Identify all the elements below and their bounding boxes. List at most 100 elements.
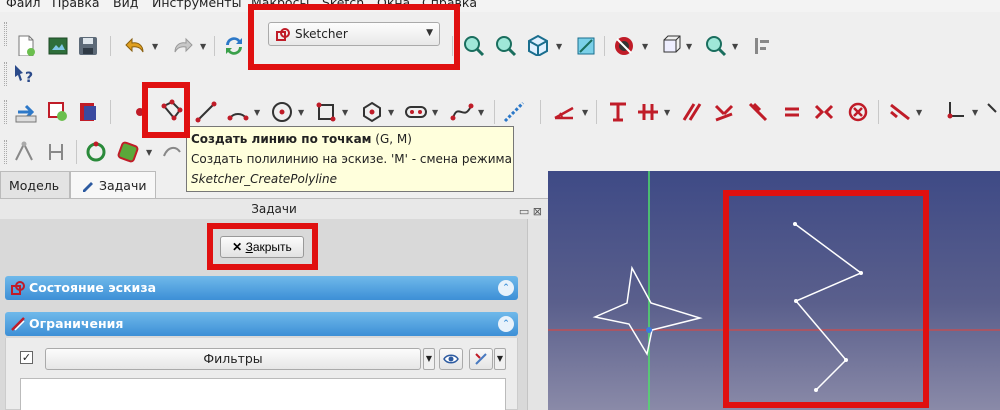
new-document-icon[interactable]: [14, 34, 38, 58]
toolbar-grip[interactable]: [4, 140, 7, 164]
chevron-up-icon[interactable]: ⌃: [498, 280, 514, 296]
menu-windows[interactable]: Окна: [377, 0, 410, 10]
connect-edges-icon[interactable]: [116, 140, 140, 164]
filter-combo[interactable]: Фильтры: [45, 348, 421, 370]
draw-style-icon[interactable]: [612, 34, 636, 58]
close-button-mnemonic: З: [245, 240, 253, 254]
constrain-block-icon[interactable]: [846, 100, 870, 124]
view-sketch-icon[interactable]: [46, 100, 70, 124]
polygon-dropdown-icon[interactable]: ▼: [388, 108, 394, 117]
constrain-vertical-distance-icon[interactable]: [606, 100, 630, 124]
arc-dropdown-icon[interactable]: ▼: [254, 108, 260, 117]
draw-style-dropdown-icon[interactable]: ▼: [642, 42, 648, 51]
create-polyline-icon[interactable]: [160, 98, 184, 122]
visibility-button[interactable]: [439, 348, 463, 370]
horizontal-dropdown-icon[interactable]: ▼: [664, 108, 670, 117]
slot-dropdown-icon[interactable]: ▼: [432, 108, 438, 117]
settings-dropdown-icon[interactable]: ▼: [494, 348, 506, 370]
zoom-fit-all-icon[interactable]: [462, 34, 486, 58]
constrain-symmetric-icon[interactable]: [812, 100, 836, 124]
zoom-selection-icon[interactable]: [494, 34, 518, 58]
more-tools-icon[interactable]: [984, 100, 1000, 124]
svg-text:?: ?: [25, 70, 33, 86]
leave-sketch-icon[interactable]: [14, 100, 38, 124]
create-arc-icon[interactable]: [226, 100, 250, 124]
settings-button[interactable]: [469, 348, 493, 370]
constraint-dropdown-icon[interactable]: ▼: [582, 108, 588, 117]
tooltip: Создать линию по точкам (G, M) Создать п…: [186, 126, 514, 192]
box-dropdown-icon[interactable]: ▼: [686, 42, 692, 51]
close-button[interactable]: ✕ Закрыть: [220, 236, 304, 258]
external-geometry-icon[interactable]: [160, 140, 184, 164]
sketcher-workbench-icon: [275, 27, 291, 43]
bounding-box-icon[interactable]: [658, 34, 682, 58]
close-shape-icon[interactable]: [84, 140, 108, 164]
workbench-selector[interactable]: Sketcher ▼: [268, 22, 440, 46]
select-associated-geometry-icon[interactable]: [44, 140, 68, 164]
driving-dropdown-icon[interactable]: ▼: [916, 108, 922, 117]
redo-dropdown-icon[interactable]: ▼: [200, 42, 206, 51]
menu-macros[interactable]: Макросы: [251, 0, 309, 10]
isometric-view-icon[interactable]: [526, 34, 550, 58]
toolbar-grip[interactable]: [4, 62, 7, 86]
save-icon[interactable]: [76, 34, 100, 58]
close-icon: ✕: [232, 240, 243, 254]
bspline-dropdown-icon[interactable]: ▼: [478, 108, 484, 117]
view-dropdown-icon[interactable]: ▼: [556, 42, 562, 51]
constrain-parallel-icon[interactable]: [680, 100, 704, 124]
zoom-dropdown-icon[interactable]: ▼: [732, 42, 738, 51]
create-slot-icon[interactable]: [404, 100, 428, 124]
edges-dropdown-icon[interactable]: ▼: [146, 148, 152, 157]
menu-tools[interactable]: Инструменты: [152, 0, 241, 10]
select-associated-constraints-icon[interactable]: [12, 140, 36, 164]
rectangle-dropdown-icon[interactable]: ▼: [342, 108, 348, 117]
circle-dropdown-icon[interactable]: ▼: [298, 108, 304, 117]
open-document-icon[interactable]: [46, 34, 70, 58]
filter-dropdown-icon[interactable]: ▼: [423, 348, 435, 370]
create-circle-icon[interactable]: [270, 100, 294, 124]
undo-dropdown-icon[interactable]: ▼: [152, 42, 158, 51]
constrain-tangent-icon[interactable]: [746, 100, 770, 124]
menu-sketch[interactable]: Sketch: [322, 0, 364, 10]
toolbar-grip[interactable]: [4, 22, 7, 46]
toggle-driving-icon[interactable]: [888, 100, 912, 124]
create-polygon-icon[interactable]: [360, 100, 384, 124]
constrain-perpendicular-icon[interactable]: [712, 100, 736, 124]
constrain-angle-icon[interactable]: [552, 100, 576, 124]
menu-edit[interactable]: Правка: [52, 0, 100, 10]
chevron-up-icon[interactable]: ⌃: [498, 316, 514, 332]
toolbar-grip[interactable]: [4, 100, 7, 124]
create-line-icon[interactable]: [194, 100, 218, 124]
redo-icon[interactable]: [170, 34, 194, 58]
menu-view[interactable]: Вид: [113, 0, 138, 10]
construction-mode-icon[interactable]: [502, 100, 526, 124]
polyline-vertex: [844, 358, 848, 362]
measure-icon[interactable]: [750, 34, 774, 58]
sketch-canvas: [548, 171, 1000, 410]
undo-icon[interactable]: [124, 34, 148, 58]
menu-file[interactable]: Файл: [6, 0, 41, 10]
fit-view-icon[interactable]: [574, 34, 598, 58]
section-sketch-state[interactable]: Состояние эскиза ⌃: [5, 276, 518, 300]
constrain-equal-icon[interactable]: [780, 100, 804, 124]
menu-help[interactable]: Справка: [422, 0, 477, 10]
create-rectangle-icon[interactable]: [314, 100, 338, 124]
whats-this-icon[interactable]: ?: [12, 62, 36, 86]
3d-view[interactable]: [548, 171, 1000, 410]
constraints-icon: [10, 316, 26, 332]
create-bspline-icon[interactable]: [450, 100, 474, 124]
tab-tasks[interactable]: Задачи: [70, 171, 156, 199]
trim-dropdown-icon[interactable]: ▼: [972, 108, 978, 117]
refresh-icon[interactable]: [222, 34, 246, 58]
task-panel-title: Задачи ▭ ⊠: [0, 199, 548, 219]
tab-model[interactable]: Модель: [0, 171, 70, 199]
zoom-icon[interactable]: [704, 34, 728, 58]
scrollbar[interactable]: [527, 219, 548, 410]
constrain-horizontal-icon[interactable]: [636, 100, 660, 124]
trim-edge-icon[interactable]: [944, 100, 968, 124]
section-constraints[interactable]: Ограничения ⌃: [5, 312, 518, 336]
filter-checkbox[interactable]: ✓: [20, 351, 33, 364]
constraints-list[interactable]: [20, 378, 506, 410]
create-point-icon[interactable]: [128, 100, 152, 124]
view-section-icon[interactable]: [76, 100, 100, 124]
